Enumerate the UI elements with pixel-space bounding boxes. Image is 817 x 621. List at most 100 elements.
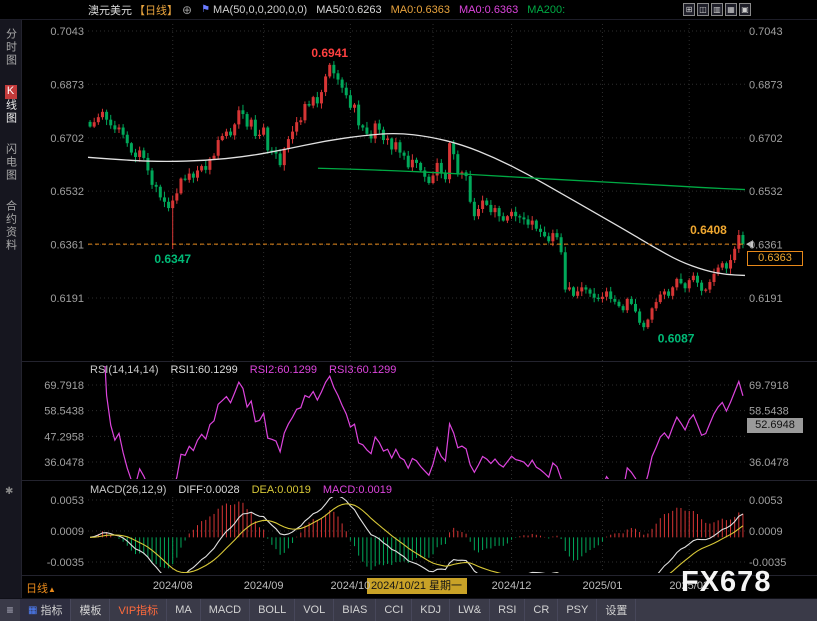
watermark: FX678 <box>681 566 771 599</box>
layout-control-icon-2[interactable]: ▥ <box>711 3 723 16</box>
toolbar-tab-label: BOLL <box>258 604 286 616</box>
main-axis-label-right: 0.6702 <box>749 133 783 145</box>
ma-settings-label: MA(50,0,0,200,0,0) <box>213 4 307 16</box>
time-axis-label: 2024/08 <box>143 580 203 592</box>
price-annotation: 0.6941 <box>311 46 348 60</box>
rsi-values-group: RSI1:60.1299 RSI2:60.1299 RSI3:60.1299 <box>170 364 396 376</box>
toolbar-tab-VIP指标[interactable]: VIP指标 <box>110 599 167 621</box>
price-annotation: 0.6347 <box>154 252 191 266</box>
menu-icon[interactable]: ≡ <box>0 599 20 621</box>
toolbar-tab-label: CR <box>533 604 549 616</box>
rsi-axis-label-left: 69.7918 <box>44 380 84 392</box>
chart-canvas[interactable]: 0.69410.63470.60870.64080.70430.70430.68… <box>0 0 817 621</box>
time-axis-label: 2025/01 <box>572 580 632 592</box>
toolbar-tab-label: VOL <box>303 604 325 616</box>
time-axis-label: 2024/12 <box>482 580 542 592</box>
toolbar-tab-BOLL[interactable]: BOLL <box>250 599 295 621</box>
main-price-panel <box>88 24 745 361</box>
main-axis-label-left: 0.6873 <box>50 79 84 91</box>
rsi-axis-label-left: 58.5438 <box>44 406 84 418</box>
toolbar-tab-指标[interactable]: ▦指标 <box>20 599 71 621</box>
sidebar-item-1[interactable]: K线图 <box>3 85 19 125</box>
toolbar-tab-label: RSI <box>498 604 516 616</box>
flag-icon: ⚑ <box>201 4 210 15</box>
top-header-bar: 澳元美元 【日线】 ⊕ ⚑ MA(50,0,0,200,0,0) MA50:0.… <box>0 0 817 20</box>
toolbar-tab-label: KDJ <box>420 604 441 616</box>
toolbar-tab-label: 指标 <box>40 602 62 618</box>
trading-chart-app: 0.69410.63470.60870.64080.70430.70430.68… <box>0 0 817 621</box>
macd-value-2: MACD:0.0019 <box>323 484 392 496</box>
macd-axis-label-left: -0.0035 <box>47 557 84 569</box>
crosshair-date-box: 2024/10/21 星期一 <box>367 578 467 594</box>
toolbar-tab-PSY[interactable]: PSY <box>558 599 597 621</box>
toolbar-tab-label: MA <box>175 604 192 616</box>
toolbar-tab-label: VIP指标 <box>118 602 158 618</box>
ma-value-3: MA200: <box>527 4 565 16</box>
toolbar-tab-CCI[interactable]: CCI <box>376 599 412 621</box>
triangle-up-icon: ▲ <box>48 585 56 594</box>
chart-type-sidebar: 分时图 K线图闪电图合约资料 <box>0 20 22 598</box>
toolbar-tab-VOL[interactable]: VOL <box>295 599 334 621</box>
rsi-axis-label-left: 36.0478 <box>44 457 84 469</box>
toolbar-tabs: ▦指标模板 VIP指标 MA MACD BOLL VOL BIAS CCI KDJ LW&RSI C… <box>20 599 636 621</box>
toolbar-tab-label: PSY <box>566 604 588 616</box>
toolbar-tab-MACD[interactable]: MACD <box>201 599 250 621</box>
rsi-axis-label-left: 47.2958 <box>44 431 84 443</box>
ma-value-1: MA0:0.6363 <box>391 4 450 16</box>
main-axis-label-left: 0.6532 <box>50 186 84 198</box>
rsi-panel-header: RSI(14,14,14)RSI1:60.1299RSI2:60.1299RSI… <box>90 364 396 376</box>
time-axis-label: 2024/10 <box>320 580 380 592</box>
macd-axis-label-right: 0.0009 <box>749 526 783 538</box>
price-annotation: 0.6087 <box>658 332 695 346</box>
plus-circle-icon[interactable]: ⊕ <box>182 3 192 17</box>
rsi-axis-label-right: 58.5438 <box>749 406 789 418</box>
main-axis-label-left: 0.6361 <box>50 240 84 252</box>
rsi-value-0: RSI1:60.1299 <box>170 364 237 376</box>
layout-control-icon-3[interactable]: ▦ <box>725 3 737 16</box>
macd-axis-label-left: 0.0009 <box>50 526 84 538</box>
indicator-grid-icon: ▦ <box>28 605 37 616</box>
period-label: 【日线】 <box>134 2 178 18</box>
toolbar-tab-KDJ[interactable]: KDJ <box>412 599 450 621</box>
sidebar-item-0[interactable]: 分时图 <box>3 28 19 67</box>
toolbar-tab-RSI[interactable]: RSI <box>490 599 525 621</box>
ma-value-0: MA50:0.6263 <box>316 4 381 16</box>
layout-control-icon-4[interactable]: ▣ <box>739 3 751 16</box>
toolbar-tab-LW&[interactable]: LW& <box>450 599 490 621</box>
rsi-value-1: RSI2:60.1299 <box>250 364 317 376</box>
rsi-value-2: RSI3:60.1299 <box>329 364 396 376</box>
rsi-value-box: 52.6948 <box>747 418 803 433</box>
sidebar-item-3[interactable]: 合约资料 <box>3 200 19 252</box>
macd-histogram <box>90 502 743 570</box>
toolbar-tab-设置[interactable]: 设置 <box>597 599 636 621</box>
rsi-params-label: RSI(14,14,14) <box>90 364 158 376</box>
main-axis-label-left: 0.6702 <box>50 133 84 145</box>
price-annotation: 0.6408 <box>690 223 727 237</box>
panel-marker-icon: ✱ <box>5 486 13 497</box>
toolbar-tab-模板[interactable]: 模板 <box>71 599 110 621</box>
macd-panel-header: MACD(26,12,9) DIFF:0.0028DEA:0.0019MACD:0… <box>90 484 392 496</box>
toolbar-tab-label: MACD <box>209 604 241 616</box>
time-axis-label: 2024/09 <box>234 580 294 592</box>
rsi-line <box>94 316 743 505</box>
period-tag[interactable]: 日线▲ <box>26 580 56 596</box>
macd-value-0: DIFF:0.0028 <box>178 484 239 496</box>
indicator-toolbar: ≡ ▦指标模板 VIP指标 MA MACD BOLL VOL BIAS CCI KDJ LW&RS… <box>0 598 817 621</box>
layout-control-icon-0[interactable]: ⊞ <box>683 3 695 16</box>
macd-params-label: MACD(26,12,9) <box>90 484 166 496</box>
macd-values-group: DIFF:0.0028DEA:0.0019MACD:0.0019 <box>178 484 392 496</box>
ma200-line <box>318 168 745 189</box>
active-tab-marker: K <box>5 85 17 99</box>
symbol-name: 澳元美元 <box>88 2 132 18</box>
toolbar-tab-CR[interactable]: CR <box>525 599 558 621</box>
toolbar-tab-BIAS[interactable]: BIAS <box>334 599 376 621</box>
toolbar-tab-label: BIAS <box>342 604 367 616</box>
layout-control-icon-1[interactable]: ◫ <box>697 3 709 16</box>
sidebar-item-2[interactable]: 闪电图 <box>3 143 19 182</box>
toolbar-tab-label: LW& <box>458 604 481 616</box>
rsi-panel <box>88 316 745 505</box>
candlestick-series <box>89 61 745 330</box>
last-price-box: 0.6363 <box>747 251 803 266</box>
toolbar-tab-MA[interactable]: MA <box>167 599 201 621</box>
main-axis-label-left: 0.6191 <box>50 293 84 305</box>
